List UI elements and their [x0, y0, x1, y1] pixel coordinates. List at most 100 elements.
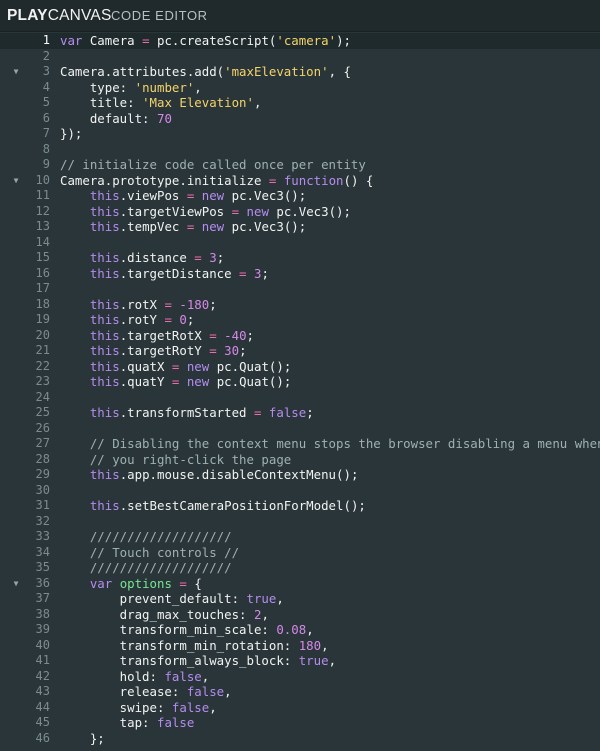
code-token: type:: [60, 79, 135, 95]
line-number: 43: [35, 684, 50, 698]
keyword-token: this: [89, 265, 120, 281]
code-line[interactable]: 38 drag_max_touches: 2,: [0, 607, 600, 623]
keyword-token: new: [201, 188, 225, 203]
code-token: Camera.attributes.add(: [60, 64, 225, 79]
code-line[interactable]: 46 };: [0, 731, 600, 747]
code-line[interactable]: 30: [0, 483, 600, 499]
code-line[interactable]: 35 ///////////////////: [0, 560, 600, 576]
code-line[interactable]: 12 this.targetViewPos = new pc.Vec3();: [0, 204, 600, 220]
code-token: , {: [328, 64, 351, 79]
line-number: 15: [35, 250, 50, 264]
code-line[interactable]: 31 this.setBestCameraPositionForModel();: [0, 498, 600, 514]
code-line[interactable]: 44 swipe: false,: [0, 700, 600, 716]
code-line[interactable]: 15 this.distance = 3;: [0, 250, 600, 266]
fold-toggle-icon[interactable]: ▼: [11, 64, 21, 80]
code-token: .targetRotY: [119, 343, 210, 358]
code-line[interactable]: 19 this.rotY = 0;: [0, 312, 600, 328]
code-line[interactable]: 4 type: 'number',: [0, 80, 600, 96]
code-line[interactable]: 23 this.quatY = new pc.Quat();: [0, 374, 600, 390]
line-number: 18: [35, 296, 50, 311]
code-line[interactable]: 26: [0, 421, 600, 437]
keyword-token: false: [156, 715, 195, 730]
number-token: 180: [298, 637, 322, 653]
code-text: this.targetViewPos = new pc.Vec3();: [60, 204, 351, 220]
number-token: 0: [179, 312, 187, 327]
fold-toggle-icon[interactable]: ▼: [11, 173, 21, 189]
code-text: tap: false: [60, 715, 195, 731]
code-text: release: false,: [60, 684, 232, 700]
line-number: 5: [42, 95, 50, 109]
code-text: Camera.prototype.initialize = function()…: [60, 173, 373, 189]
code-line[interactable]: 45 tap: false: [0, 715, 600, 731]
playcanvas-logo[interactable]: PLAYCANVAS: [7, 7, 112, 25]
line-number: 14: [35, 234, 50, 249]
code-line[interactable]: 14: [0, 235, 600, 251]
line-number: 23: [35, 374, 50, 388]
code-text: transform_always_block: true,: [60, 653, 336, 669]
code-line[interactable]: 22 this.quatX = new pc.Quat();: [0, 359, 600, 375]
code-token: .transformStarted: [119, 405, 254, 420]
code-token: pc.createScript(: [149, 33, 277, 48]
code-line[interactable]: 42 hold: false,: [0, 669, 600, 685]
code-line[interactable]: 33 ///////////////////: [0, 529, 600, 545]
code-line[interactable]: 24: [0, 390, 600, 406]
code-line[interactable]: 9 // initialize code called once per enti…: [0, 157, 600, 173]
code-line[interactable]: 16 this.targetDistance = 3;: [0, 266, 600, 282]
code-token: ;: [239, 343, 247, 358]
code-token: ;: [261, 265, 269, 281]
code-line[interactable]: 11 this.viewPos = new pc.Vec3();: [0, 188, 600, 204]
code-token: pc.Vec3();: [224, 188, 307, 203]
code-line[interactable]: ▼ 36 var options = {: [0, 576, 600, 592]
code-token: ;: [209, 296, 217, 312]
code-token: ;: [186, 312, 195, 327]
keyword-token: new: [201, 219, 225, 234]
fold-toggle-icon[interactable]: ▼: [11, 576, 21, 592]
code-line[interactable]: 20 this.targetRotX = -40;: [0, 328, 600, 344]
code-line[interactable]: 37 prevent_default: true,: [0, 591, 600, 607]
code-line[interactable]: 29 this.app.mouse.disableContextMenu();: [0, 467, 600, 483]
line-number: 12: [35, 203, 50, 218]
code-line[interactable]: 5 title: 'Max Elevation',: [0, 95, 600, 111]
code-line[interactable]: 25 this.transformStarted = false;: [0, 405, 600, 421]
code-line[interactable]: 18 this.rotX = -180;: [0, 297, 600, 313]
code-token: .targetRotX: [119, 327, 210, 343]
number-token: -180: [179, 296, 210, 312]
identifier-token: options: [119, 575, 172, 591]
code-line[interactable]: 21 this.targetRotY = 30;: [0, 343, 600, 359]
code-token: pc.Vec3();: [224, 219, 307, 234]
code-line[interactable]: 2: [0, 49, 600, 65]
code-token: ,: [253, 95, 262, 110]
code-token: prevent_default:: [60, 591, 247, 606]
code-line[interactable]: 13 this.tempVec = new pc.Vec3();: [0, 219, 600, 235]
code-token: ;: [216, 250, 225, 265]
code-line[interactable]: 34 // Touch controls //: [0, 545, 600, 561]
code-token: .app.mouse.disableContextMenu();: [119, 467, 359, 482]
code-line[interactable]: 7});: [0, 126, 600, 142]
code-line[interactable]: 8: [0, 142, 600, 158]
comment-token: // Touch controls //: [60, 544, 240, 560]
keyword-token: this: [89, 250, 120, 265]
code-editor[interactable]: 1 var Camera = pc.createScript('camera');…: [0, 32, 600, 751]
code-line[interactable]: 40 transform_min_rotation: 180,: [0, 638, 600, 654]
code-line[interactable]: 28 // you right-click the page: [0, 452, 600, 468]
code-line[interactable]: 6 default: 70: [0, 111, 600, 127]
code-line[interactable]: 43 release: false,: [0, 684, 600, 700]
code-line[interactable]: 32: [0, 514, 600, 530]
code-line[interactable]: ▼ 10 Camera.prototype.initialize = functio…: [0, 173, 600, 189]
operator-token: =: [179, 575, 187, 591]
code-token: ;: [306, 405, 314, 420]
code-line[interactable]: 17: [0, 281, 600, 297]
code-line[interactable]: ▼ 3 Camera.attributes.add('maxElevation', …: [0, 64, 600, 80]
code-line[interactable]: 1 var Camera = pc.createScript('camera');: [0, 33, 600, 49]
number-token: 30: [224, 343, 240, 358]
code-line[interactable]: 27 // Disabling the context menu stops t…: [0, 436, 600, 452]
keyword-token: this: [89, 358, 120, 374]
code-token: title:: [60, 95, 143, 110]
comment-token: ///////////////////: [60, 560, 232, 575]
code-line[interactable]: 39 transform_min_scale: 0.08,: [0, 622, 600, 638]
code-line[interactable]: 41 transform_always_block: true,: [0, 653, 600, 669]
